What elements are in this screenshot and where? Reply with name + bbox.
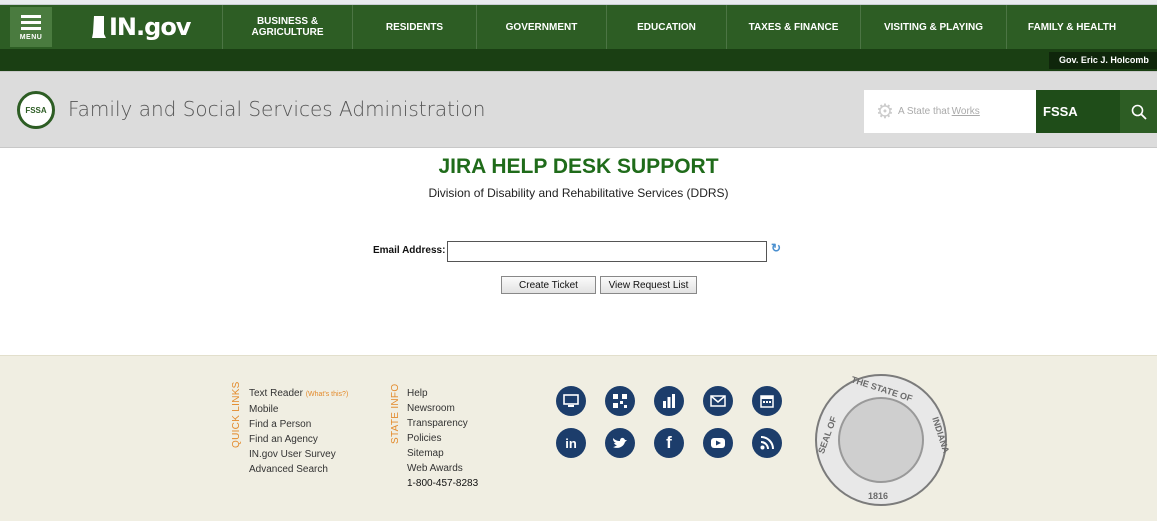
gear-icon: ⚙ xyxy=(876,101,894,123)
email-field[interactable] xyxy=(447,241,767,262)
search-input[interactable]: FSSA xyxy=(1036,90,1120,133)
youtube-icon[interactable] xyxy=(703,428,733,458)
menu-label: MENU xyxy=(19,33,43,41)
advanced-search-link[interactable]: Advanced Search xyxy=(249,462,348,477)
policies-link[interactable]: Policies xyxy=(407,431,478,446)
create-ticket-button[interactable]: Create Ticket xyxy=(501,276,596,294)
sitemap-link[interactable]: Sitemap xyxy=(407,446,478,461)
nav-visiting-playing[interactable]: VISITING & PLAYING xyxy=(860,5,1006,49)
transparency-link[interactable]: Transparency xyxy=(407,416,478,431)
social-icons: in f xyxy=(556,386,784,458)
state-that-works-logo: ⚙ A State that Works xyxy=(864,90,1036,133)
qr-code-icon[interactable] xyxy=(605,386,635,416)
state-info-list: Help Newsroom Transparency Policies Site… xyxy=(407,386,478,491)
state-info-heading: STATE INFO xyxy=(390,383,401,444)
help-link[interactable]: Help xyxy=(407,386,478,401)
rss-icon[interactable] xyxy=(752,428,782,458)
whats-this-link[interactable]: (What's this?) xyxy=(306,391,349,398)
bar-chart-icon[interactable] xyxy=(654,386,684,416)
governor-bar: Gov. Eric J. Holcomb xyxy=(0,49,1157,71)
newsroom-link[interactable]: Newsroom xyxy=(407,401,478,416)
view-request-list-button[interactable]: View Request List xyxy=(600,276,697,294)
global-nav: MENU IN.gov BUSINESS & AGRICULTURE RESID… xyxy=(0,5,1157,49)
find-person-link[interactable]: Find a Person xyxy=(249,417,348,432)
seal-center xyxy=(838,397,924,483)
quick-links-list: Text Reader (What's this?) Mobile Find a… xyxy=(249,386,348,477)
user-survey-link[interactable]: IN.gov User Survey xyxy=(249,447,348,462)
web-awards-link[interactable]: Web Awards xyxy=(407,461,478,476)
email-icon[interactable] xyxy=(703,386,733,416)
quick-links-heading: QUICK LINKS xyxy=(231,381,242,448)
seal-year: 1816 xyxy=(868,491,889,501)
page-subtitle: Division of Disability and Rehabilitativ… xyxy=(428,186,729,200)
nav-government[interactable]: GOVERNMENT xyxy=(476,5,606,49)
twitter-icon[interactable] xyxy=(605,428,635,458)
tagline-prefix: A State that xyxy=(897,106,950,117)
search-button[interactable] xyxy=(1120,90,1157,133)
phone-number: 1-800-457-8283 xyxy=(407,478,479,489)
agency-header: FSSA Family and Social Services Administ… xyxy=(0,71,1157,148)
ingov-logo[interactable]: IN.gov xyxy=(92,13,191,41)
page-title: JIRA HELP DESK SUPPORT xyxy=(438,155,719,178)
menu-button[interactable]: MENU xyxy=(10,7,52,47)
facebook-icon[interactable]: f xyxy=(654,428,684,458)
nav-family-health[interactable]: FAMILY & HEALTH xyxy=(1006,5,1137,49)
logo-text: IN.gov xyxy=(109,13,191,41)
linkedin-icon[interactable]: in xyxy=(556,428,586,458)
nav-taxes-finance[interactable]: TAXES & FINANCE xyxy=(726,5,860,49)
seal-initials: FSSA xyxy=(25,105,47,115)
refresh-icon[interactable]: ↻ xyxy=(771,242,783,254)
email-label: Email Address: xyxy=(373,245,446,256)
indiana-state-icon xyxy=(92,16,106,38)
governor-link[interactable]: Gov. Eric J. Holcomb xyxy=(1049,52,1157,69)
nav-residents[interactable]: RESIDENTS xyxy=(352,5,476,49)
nav-education[interactable]: EDUCATION xyxy=(606,5,726,49)
mobile-link[interactable]: Mobile xyxy=(249,402,348,417)
nav-items: BUSINESS & AGRICULTURE RESIDENTS GOVERNM… xyxy=(222,5,1137,49)
text-reader-link[interactable]: Text Reader xyxy=(249,388,303,399)
calendar-icon[interactable] xyxy=(752,386,782,416)
find-agency-link[interactable]: Find an Agency xyxy=(249,432,348,447)
nav-business-agriculture[interactable]: BUSINESS & AGRICULTURE xyxy=(222,5,352,49)
tagline-emphasis: Works xyxy=(951,106,980,117)
search-icon xyxy=(1131,104,1147,120)
desktop-icon[interactable] xyxy=(556,386,586,416)
hamburger-icon xyxy=(21,15,41,18)
agency-name[interactable]: Family and Social Services Administratio… xyxy=(68,97,485,121)
list-item[interactable]: Text Reader (What's this?) xyxy=(249,386,348,402)
fssa-seal-icon[interactable]: FSSA xyxy=(17,91,55,129)
